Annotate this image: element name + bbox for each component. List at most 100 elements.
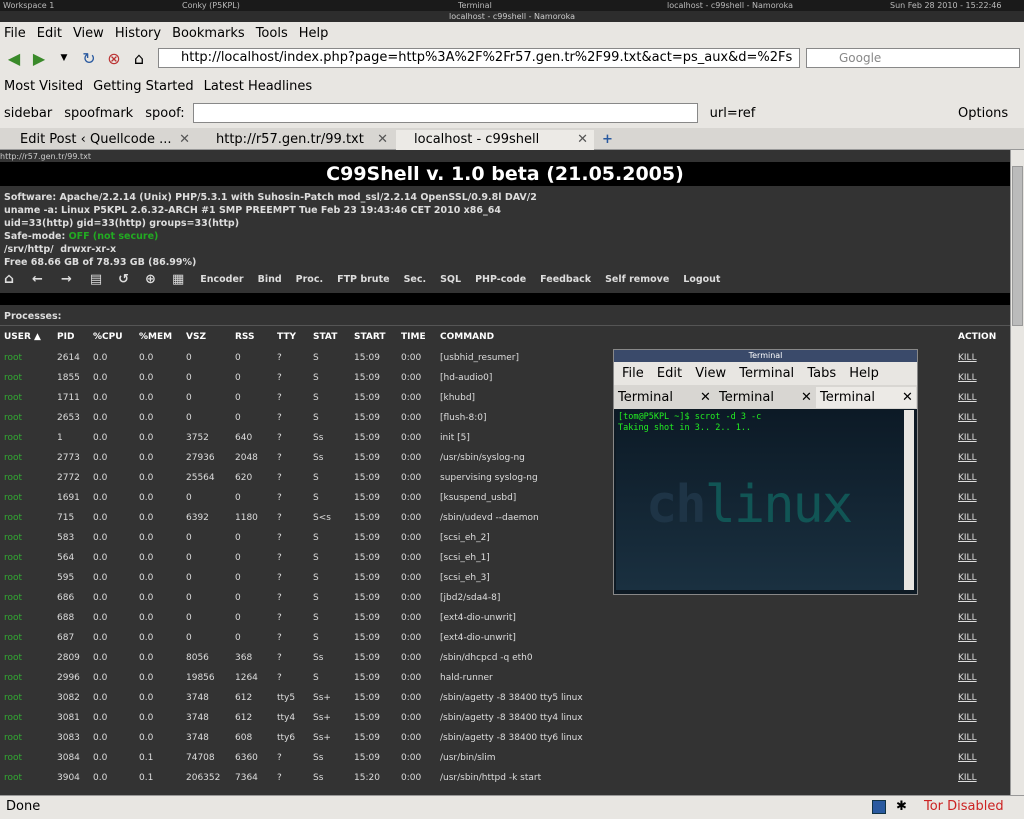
terminal-menu-file[interactable]: File xyxy=(622,366,644,381)
refresh-icon[interactable]: ↺ xyxy=(118,272,129,287)
kill-link[interactable]: KILL xyxy=(958,673,977,683)
kill-link[interactable]: KILL xyxy=(958,373,977,383)
tool-feedback[interactable]: Feedback xyxy=(540,274,591,285)
terminal-menu-tabs[interactable]: Tabs xyxy=(807,366,836,381)
terminal-menu-edit[interactable]: Edit xyxy=(657,366,682,381)
kill-link[interactable]: KILL xyxy=(958,693,977,703)
tool-proc[interactable]: Proc. xyxy=(296,274,323,285)
new-tab-icon[interactable]: + xyxy=(600,130,620,150)
addon-icon[interactable] xyxy=(872,800,886,814)
close-icon[interactable]: ✕ xyxy=(179,130,190,150)
forward-icon[interactable]: ▶ xyxy=(28,47,50,69)
history-dropdown-icon[interactable]: ▼ xyxy=(53,47,75,69)
tool-encoder[interactable]: Encoder xyxy=(200,274,243,285)
kill-link[interactable]: KILL xyxy=(958,573,977,583)
kill-link[interactable]: KILL xyxy=(958,533,977,543)
terminal-task[interactable]: Terminal xyxy=(458,0,492,11)
close-icon[interactable]: ✕ xyxy=(700,387,711,408)
kill-link[interactable]: KILL xyxy=(958,713,977,723)
tool-php-code[interactable]: PHP-code xyxy=(475,274,526,285)
back-icon[interactable]: ◀ xyxy=(3,47,25,69)
menu-view[interactable]: View xyxy=(73,26,104,41)
menu-history[interactable]: History xyxy=(115,26,161,41)
back-icon[interactable]: ← xyxy=(32,272,43,287)
bookmark-most-visited[interactable]: Most Visited xyxy=(4,79,83,94)
menu-tools[interactable]: Tools xyxy=(256,26,288,41)
conky-label[interactable]: Conky (P5KPL) xyxy=(182,0,240,11)
reload-icon[interactable]: ↻ xyxy=(78,47,100,69)
column-header[interactable]: ACTION xyxy=(958,332,996,342)
kill-link[interactable]: KILL xyxy=(958,753,977,763)
tool-logout[interactable]: Logout xyxy=(683,274,720,285)
tool-sql[interactable]: SQL xyxy=(440,274,461,285)
forward-icon[interactable]: → xyxy=(61,272,72,287)
close-icon[interactable]: ✕ xyxy=(801,387,812,408)
path[interactable]: /srv/http/ xyxy=(4,244,54,255)
terminal-tab-3[interactable]: Terminal ✕ xyxy=(816,387,916,408)
terminal-menu-terminal[interactable]: Terminal xyxy=(739,366,794,381)
tor-status[interactable]: Tor Disabled xyxy=(924,796,1004,818)
kill-link[interactable]: KILL xyxy=(958,653,977,663)
menu-help[interactable]: Help xyxy=(299,26,329,41)
close-icon[interactable]: ✕ xyxy=(902,387,913,408)
kill-link[interactable]: KILL xyxy=(958,613,977,623)
kill-link[interactable]: KILL xyxy=(958,553,977,563)
kill-link[interactable]: KILL xyxy=(958,473,977,483)
tab-r57[interactable]: http://r57.gen.tr/99.txt ✕ xyxy=(198,130,394,150)
kill-link[interactable]: KILL xyxy=(958,593,977,603)
tool-sec[interactable]: Sec. xyxy=(404,274,427,285)
kill-link[interactable]: KILL xyxy=(958,453,977,463)
kill-link[interactable]: KILL xyxy=(958,433,977,443)
workspace-label[interactable]: Workspace 1 xyxy=(3,0,54,11)
terminal-tab-1[interactable]: Terminal ✕ xyxy=(614,387,714,408)
stop-icon[interactable]: ⊗ xyxy=(103,47,125,69)
terminal-window[interactable]: Terminal File Edit View Terminal Tabs He… xyxy=(613,349,918,595)
column-header[interactable]: STAT xyxy=(313,332,337,342)
column-header[interactable]: VSZ xyxy=(186,332,206,342)
kill-link[interactable]: KILL xyxy=(958,413,977,423)
column-header[interactable]: TTY xyxy=(277,332,296,342)
kill-link[interactable]: KILL xyxy=(958,733,977,743)
menu-bookmarks[interactable]: Bookmarks xyxy=(172,26,245,41)
menu-edit[interactable]: Edit xyxy=(37,26,62,41)
column-header[interactable]: %MEM xyxy=(139,332,172,342)
home-icon[interactable]: ⌂ xyxy=(4,271,14,287)
column-header[interactable]: COMMAND xyxy=(440,332,494,342)
kill-link[interactable]: KILL xyxy=(958,773,977,783)
scrollbar[interactable] xyxy=(1010,150,1024,795)
kill-link[interactable]: KILL xyxy=(958,513,977,523)
buffer-icon[interactable]: ▦ xyxy=(172,272,184,287)
settings-icon[interactable]: ✱ xyxy=(896,796,907,818)
tool-bind[interactable]: Bind xyxy=(258,274,282,285)
spoofmark-button[interactable]: spoofmark xyxy=(64,106,133,121)
kill-link[interactable]: KILL xyxy=(958,633,977,643)
folder-icon[interactable]: ▤ xyxy=(90,272,102,287)
tool-ftp-brute[interactable]: FTP brute xyxy=(337,274,389,285)
column-header[interactable]: %CPU xyxy=(93,332,123,342)
bookmark-latest-headlines[interactable]: Latest Headlines xyxy=(204,79,313,94)
terminal-tab-2[interactable]: Terminal ✕ xyxy=(715,387,815,408)
home-icon[interactable]: ⌂ xyxy=(128,47,150,69)
bookmark-getting-started[interactable]: Getting Started xyxy=(93,79,194,94)
menu-file[interactable]: File xyxy=(4,26,26,41)
kill-link[interactable]: KILL xyxy=(958,353,977,363)
terminal-output[interactable]: [tom@P5KPL ~]$ scrot -d 3 -c Taking shot… xyxy=(616,410,904,590)
scrollbar-thumb[interactable] xyxy=(1012,166,1023,326)
tool-self-remove[interactable]: Self remove xyxy=(605,274,669,285)
terminal-menu-help[interactable]: Help xyxy=(849,366,879,381)
search-input[interactable]: Google xyxy=(806,48,1020,68)
search-icon[interactable]: ⊕ xyxy=(145,272,156,287)
tab-edit-post[interactable]: Edit Post ‹ Quellcode ... ✕ xyxy=(2,130,196,150)
active-window-task[interactable]: localhost - c99shell - Namoroka xyxy=(667,0,793,11)
close-icon[interactable]: ✕ xyxy=(577,130,588,150)
column-header[interactable]: RSS xyxy=(235,332,255,342)
column-header[interactable]: START xyxy=(354,332,386,342)
url-bar[interactable]: http://localhost/index.php?page=http%3A%… xyxy=(158,48,800,68)
tab-c99shell[interactable]: localhost - c99shell ✕ xyxy=(396,130,594,150)
terminal-scrollbar[interactable] xyxy=(904,410,914,590)
kill-link[interactable]: KILL xyxy=(958,493,977,503)
column-header[interactable]: PID xyxy=(57,332,74,342)
terminal-menu-view[interactable]: View xyxy=(695,366,726,381)
spoof-input[interactable] xyxy=(192,103,698,123)
options-button[interactable]: Options xyxy=(958,106,1008,121)
